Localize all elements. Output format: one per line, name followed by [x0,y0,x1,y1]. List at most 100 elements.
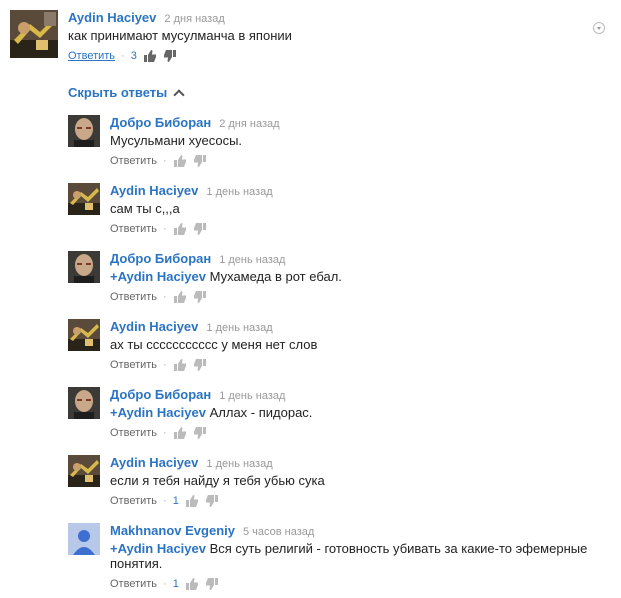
avatar[interactable] [68,115,100,147]
avatar-image [68,455,100,487]
thumbs-down-icon[interactable] [205,577,219,591]
reply-button[interactable]: Ответить [110,290,157,304]
avatar[interactable] [68,387,100,419]
avatar[interactable] [68,319,100,351]
comment-text: ах ты ссссссссссс у меня нет слов [110,337,601,352]
reply-item: Добро Биборан 1 день назад +Aydin Haciyev… [0,251,621,306]
thumbs-up-icon[interactable] [173,154,187,168]
timestamp[interactable]: 1 день назад [206,458,272,470]
comment-body: Aydin Haciyev 1 день назад если я тебя на… [110,455,601,508]
timestamp[interactable]: 1 день назад [219,254,285,266]
author-name[interactable]: Добро Биборан [110,251,211,266]
separator-dot: · [163,291,167,303]
author-name[interactable]: Добро Биборан [110,115,211,130]
thumbs-up-icon[interactable] [185,577,199,591]
timestamp[interactable]: 1 день назад [206,186,272,198]
thumbs-down-icon[interactable] [193,426,207,440]
mention-link[interactable]: +Aydin Haciyev [110,405,206,420]
comment-header: Добро Биборан 2 дня назад [110,115,601,130]
author-name[interactable]: Добро Биборан [110,387,211,402]
comment-header: Aydin Haciyev 1 день назад [110,319,601,334]
thumbs-up-icon[interactable] [173,358,187,372]
reply-item: Aydin Haciyev 1 день назад если я тебя на… [0,455,621,510]
like-count: 1 [172,578,179,590]
reply-button[interactable]: Ответить [110,222,157,236]
comment-actions: Ответить · [110,222,601,236]
comment-header: Aydin Haciyev 1 день назад [110,183,601,198]
mention-link[interactable]: +Aydin Haciyev [110,269,206,284]
thumbs-up-icon[interactable] [185,494,199,508]
comment-body: Добро Биборан 1 день назад +Aydin Haciyev… [110,387,601,440]
comment-actions: Ответить · [110,154,601,168]
separator-dot: · [163,359,167,371]
reply-button[interactable]: Ответить [110,494,157,508]
thumbs-down-icon[interactable] [193,358,207,372]
comment-text-body: ах ты ссссссссссс у меня нет слов [110,337,318,352]
timestamp[interactable]: 5 часов назад [243,526,314,538]
thumbs-up-icon[interactable] [173,222,187,236]
comment-header: Aydin Haciyev 2 дня назад [68,10,601,25]
reply-button[interactable]: Ответить [110,154,157,168]
comment-text: сам ты с,,,а [110,201,601,216]
hide-replies-button[interactable]: Скрыть ответы [68,85,185,101]
top-comment: Aydin Haciyev 2 дня назад как принимают м… [0,10,621,72]
reply-button[interactable]: Ответить [110,358,157,372]
avatar-image [10,10,58,58]
thumbs-down-icon[interactable] [193,154,207,168]
avatar[interactable] [10,10,58,58]
comment-text: +Aydin Haciyev Вся суть религий - готовн… [110,541,601,571]
separator-dot: · [121,50,125,62]
author-name[interactable]: Aydin Haciyev [68,10,156,25]
avatar-image [68,251,100,283]
like-count: 3 [130,50,137,62]
avatar[interactable] [68,183,100,215]
reply-button[interactable]: Ответить [68,49,115,63]
avatar-image [68,115,100,147]
comment-header: Aydin Haciyev 1 день назад [110,455,601,470]
thumbs-down-icon[interactable] [193,290,207,304]
reply-item: Добро Биборан 1 день назад +Aydin Haciyev… [0,387,621,442]
timestamp[interactable]: 1 день назад [206,322,272,334]
reply-item: Aydin Haciyev 1 день назад сам ты с,,,а О… [0,183,621,238]
reply-item: Aydin Haciyev 1 день назад ах ты сссссссс… [0,319,621,374]
thumbs-down-icon[interactable] [193,222,207,236]
thumbs-up-icon[interactable] [173,290,187,304]
comment-actions: Ответить · [110,358,601,372]
comment-actions: Ответить · 1 [110,577,601,591]
avatar[interactable] [68,251,100,283]
like-count: 1 [172,495,179,507]
avatar-image [68,387,100,419]
avatar-image [68,319,100,351]
timestamp[interactable]: 2 дня назад [164,13,224,25]
thumbs-up-icon[interactable] [173,426,187,440]
reply-item: Makhnanov Evgeniy 5 часов назад +Aydin Ha… [0,523,621,595]
thumbs-down-icon[interactable] [205,494,219,508]
mention-link[interactable]: +Aydin Haciyev [110,541,206,556]
avatar[interactable] [68,455,100,487]
author-name[interactable]: Aydin Haciyev [110,183,198,198]
comment-body: Aydin Haciyev 2 дня назад как принимают м… [68,10,601,63]
thumbs-down-icon[interactable] [163,49,177,63]
author-name[interactable]: Aydin Haciyev [110,319,198,334]
comment-body: Makhnanov Evgeniy 5 часов назад +Aydin Ha… [110,523,601,591]
reply-item: Добро Биборан 2 дня назад Мусульмани хуес… [0,115,621,170]
avatar-image [68,183,100,215]
comment-text-body: Мусульмани хуесосы. [110,133,243,148]
separator-dot: · [163,495,167,507]
author-name[interactable]: Makhnanov Evgeniy [110,523,235,538]
avatar[interactable] [68,523,100,555]
separator-dot: · [163,427,167,439]
comment-body: Добро Биборан 2 дня назад Мусульмани хуес… [110,115,601,168]
dropdown-caret-icon[interactable] [593,22,605,34]
separator-dot: · [163,155,167,167]
reply-button[interactable]: Ответить [110,577,157,591]
comment-text: как принимают мусулманча в японии [68,28,292,43]
chevron-up-icon [173,89,185,101]
reply-button[interactable]: Ответить [110,426,157,440]
timestamp[interactable]: 1 день назад [219,390,285,402]
thumbs-up-icon[interactable] [143,49,157,63]
comment-text: +Aydin Haciyev Аллах - пидорас. [110,405,601,420]
comment-text: +Aydin Haciyev Мухамеда в рот ебал. [110,269,601,284]
timestamp[interactable]: 2 дня назад [219,118,279,130]
author-name[interactable]: Aydin Haciyev [110,455,198,470]
